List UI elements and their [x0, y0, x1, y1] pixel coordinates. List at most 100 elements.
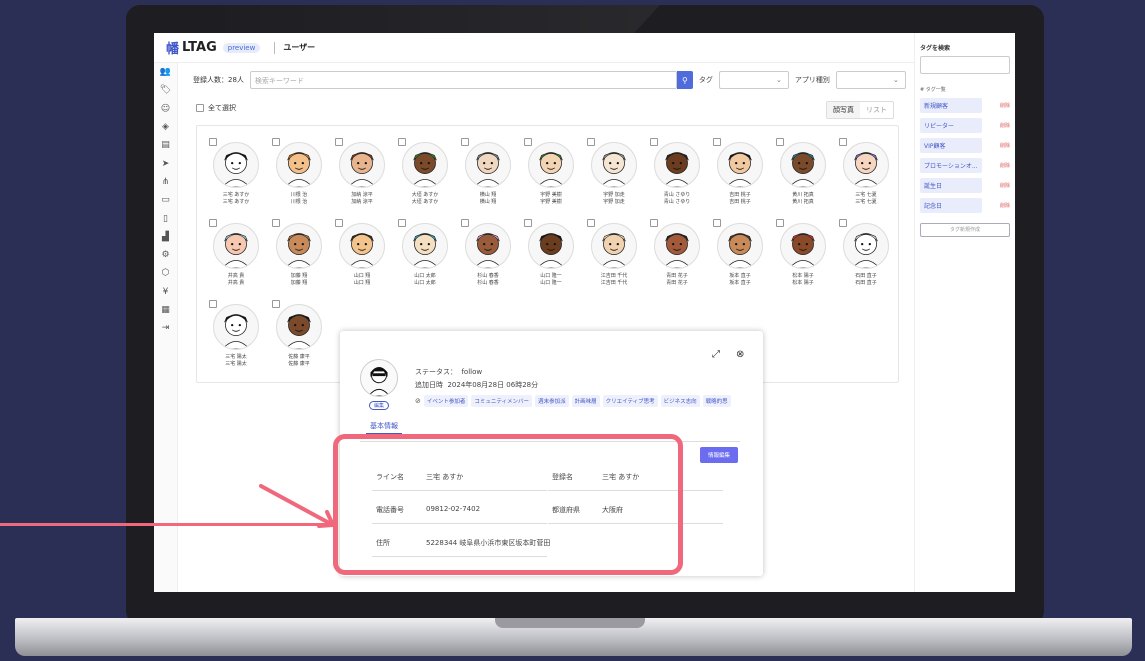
user-card[interactable]: 川根 治川根 治 — [266, 136, 328, 216]
smile-icon[interactable]: ☺ — [154, 100, 177, 118]
user-checkbox[interactable] — [776, 138, 784, 146]
delete-tag-button[interactable]: 削除 — [1000, 202, 1010, 209]
user-checkbox[interactable] — [587, 138, 595, 146]
user-card[interactable]: 坂本 直子 坂本 直子 — [707, 217, 769, 297]
avatar[interactable] — [213, 304, 259, 350]
user-checkbox[interactable] — [461, 138, 469, 146]
avatar[interactable] — [654, 223, 700, 269]
user-card[interactable]: 三宅 七夏 三宅 七夏 — [833, 136, 895, 216]
user-checkbox[interactable] — [272, 138, 280, 146]
tag-chip[interactable]: 誕生日 — [920, 178, 982, 193]
tag-chip[interactable]: リピーター — [920, 118, 982, 133]
user-card[interactable]: 佐藤 康平 佐藤 康平 — [266, 298, 328, 378]
delete-tag-button[interactable]: 削除 — [1000, 182, 1010, 189]
user-checkbox[interactable] — [335, 138, 343, 146]
avatar[interactable] — [276, 304, 322, 350]
avatar[interactable] — [339, 223, 385, 269]
user-card[interactable]: 三宅 陽太 三宅 陽太 — [203, 298, 265, 378]
avatar[interactable] — [213, 142, 259, 188]
tag-search-input[interactable] — [920, 56, 1010, 74]
user-checkbox[interactable] — [839, 219, 847, 227]
message-icon[interactable]: ▭ — [154, 191, 177, 209]
user-checkbox[interactable] — [650, 138, 658, 146]
user-checkbox[interactable] — [272, 219, 280, 227]
delete-tag-button[interactable]: 削除 — [1000, 162, 1010, 169]
user-card[interactable]: 加納 涼平 加納 涼平 — [329, 136, 391, 216]
hierarchy-icon[interactable]: ⋔ — [154, 173, 177, 191]
document-icon[interactable]: ▯ — [154, 209, 177, 227]
tag-chip[interactable]: 新規顧客 — [920, 98, 982, 113]
user-card[interactable]: 宇野 加走 宇野 加走 — [581, 136, 643, 216]
user-card[interactable]: 山口 隆一 山口 隆一 — [518, 217, 580, 297]
user-card[interactable]: 江吉田 千代 江吉田 千代 — [581, 217, 643, 297]
user-card[interactable]: 杉山 春香 杉山 春香 — [455, 217, 517, 297]
tab-list[interactable]: リスト — [860, 102, 893, 118]
yen-icon[interactable]: ¥ — [154, 283, 177, 301]
avatar[interactable] — [465, 142, 511, 188]
select-all-checkbox[interactable] — [196, 104, 204, 112]
user-checkbox[interactable] — [713, 219, 721, 227]
send-icon[interactable]: ➤ — [154, 154, 177, 172]
user-checkbox[interactable] — [524, 219, 532, 227]
user-card[interactable]: 吉田 桃子 吉田 桃子 — [707, 136, 769, 216]
tag-chip[interactable]: 記念日 — [920, 198, 982, 213]
tab-basic-info[interactable]: 基本情報 — [366, 419, 402, 435]
avatar[interactable] — [402, 223, 448, 269]
avatar[interactable] — [780, 223, 826, 269]
user-checkbox[interactable] — [461, 219, 469, 227]
database-icon[interactable]: ▤ — [154, 136, 177, 154]
avatar[interactable] — [591, 223, 637, 269]
avatar[interactable] — [276, 223, 322, 269]
user-card[interactable]: 青山 さゆり 青山 さゆり — [644, 136, 706, 216]
tag-icon[interactable]: 🏷 — [154, 81, 177, 99]
create-tag-button[interactable]: タグ新規作成 — [920, 223, 1010, 237]
close-icon[interactable]: ⊗ — [736, 349, 744, 360]
delete-tag-button[interactable]: 削除 — [1000, 142, 1010, 149]
avatar[interactable] — [843, 223, 889, 269]
store-icon[interactable]: ▦ — [154, 301, 177, 319]
avatar[interactable] — [402, 142, 448, 188]
avatar[interactable] — [528, 223, 574, 269]
avatar[interactable] — [717, 223, 763, 269]
user-card[interactable]: 山口 翔山口 翔 — [329, 217, 391, 297]
tag-chip[interactable]: プロモーションオ... — [920, 158, 982, 173]
avatar[interactable] — [654, 142, 700, 188]
avatar[interactable] — [591, 142, 637, 188]
user-checkbox[interactable] — [587, 219, 595, 227]
user-checkbox[interactable] — [524, 138, 532, 146]
expand-icon[interactable]: ⤢ — [712, 349, 720, 360]
compass-icon[interactable]: ◈ — [154, 118, 177, 136]
user-checkbox[interactable] — [209, 219, 217, 227]
avatar[interactable] — [780, 142, 826, 188]
avatar[interactable] — [213, 223, 259, 269]
tag-select[interactable]: ⌄ — [718, 71, 789, 89]
delete-tag-button[interactable]: 削除 — [1000, 122, 1010, 129]
select-all[interactable]: 全て選択 — [196, 103, 236, 113]
user-card[interactable]: 大垣 あすか 大垣 あすか — [392, 136, 454, 216]
user-checkbox[interactable] — [272, 300, 280, 308]
user-card[interactable]: 横山 翔横山 翔 — [455, 136, 517, 216]
users-icon[interactable]: 👥 — [154, 63, 177, 81]
user-card[interactable]: 井高 貴井高 貴 — [203, 217, 265, 297]
avatar[interactable] — [528, 142, 574, 188]
user-card[interactable]: 加藤 翔加藤 翔 — [266, 217, 328, 297]
avatar[interactable] — [339, 142, 385, 188]
user-checkbox[interactable] — [398, 138, 406, 146]
box-icon[interactable]: ⬡ — [154, 264, 177, 282]
user-checkbox[interactable] — [209, 300, 217, 308]
tag-chip[interactable]: VIP顧客 — [920, 138, 982, 153]
search-button[interactable]: ⚲ — [676, 71, 693, 89]
user-card[interactable]: 宇野 美樹 宇野 美樹 — [518, 136, 580, 216]
user-card[interactable]: 石田 直子 石田 直子 — [833, 217, 895, 297]
avatar[interactable] — [276, 142, 322, 188]
chart-icon[interactable]: ▟ — [154, 228, 177, 246]
edit-info-button[interactable]: 情報編集 — [700, 447, 739, 463]
user-checkbox[interactable] — [398, 219, 406, 227]
user-card[interactable]: 松本 陽子 松本 陽子 — [770, 217, 832, 297]
tab-photo[interactable]: 顔写真 — [827, 102, 860, 118]
delete-tag-button[interactable]: 削除 — [1000, 102, 1010, 109]
user-checkbox[interactable] — [776, 219, 784, 227]
user-checkbox[interactable] — [650, 219, 658, 227]
edit-avatar-button[interactable]: 編集 — [369, 401, 390, 410]
app-type-select[interactable]: ⌄ — [835, 71, 906, 89]
